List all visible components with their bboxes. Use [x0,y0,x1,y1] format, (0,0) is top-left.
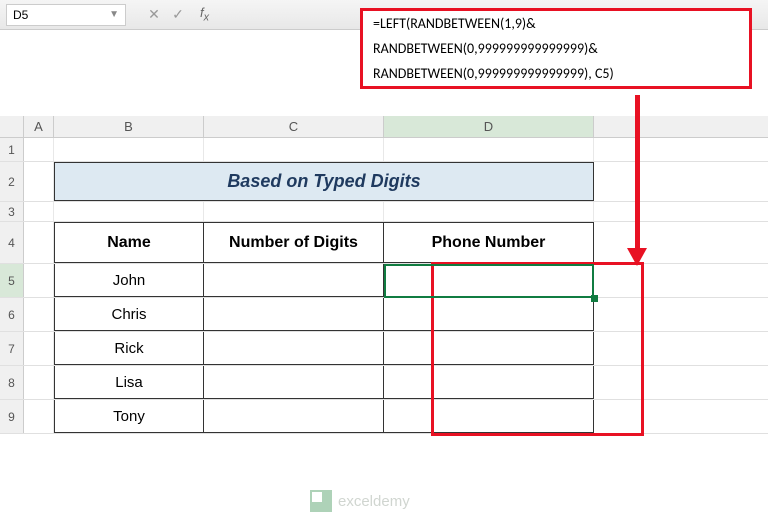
formula-bar-highlight: =LEFT(RANDBETWEEN(1,9)& RANDBETWEEN(0,99… [360,8,752,89]
cell-A3[interactable] [24,202,54,221]
formula-line-3[interactable]: RANDBETWEEN(0,999999999999999), C5) [363,61,749,86]
row-1: 1 [0,138,768,162]
cell-D1[interactable] [384,138,594,161]
watermark-icon [310,490,332,512]
cell-C9[interactable] [204,400,384,433]
cell-B8[interactable]: Lisa [54,366,204,399]
cell-A9[interactable] [24,400,54,433]
header-name-text: Name [107,234,151,252]
cell-B9[interactable]: Tony [54,400,204,433]
cell-C3[interactable] [204,202,384,221]
formula-line-1[interactable]: =LEFT(RANDBETWEEN(1,9)& [363,11,749,36]
cell-D6[interactable] [384,298,594,331]
col-header-A[interactable]: A [24,116,54,137]
name-3: Lisa [115,374,143,391]
row-header-5[interactable]: 5 [0,264,24,297]
name-box-dropdown-icon[interactable]: ▼ [109,9,119,20]
cancel-icon[interactable]: ✕ [142,3,166,27]
name-box[interactable]: D5 ▼ [6,4,126,26]
cell-A8[interactable] [24,366,54,399]
cell-A4[interactable] [24,222,54,263]
title-merged-cell[interactable]: Based on Typed Digits [54,162,594,201]
watermark: exceldemy [310,490,410,512]
row-header-9[interactable]: 9 [0,400,24,433]
header-phone[interactable]: Phone Number [384,222,594,263]
title-text: Based on Typed Digits [227,171,420,192]
cell-D7[interactable] [384,332,594,365]
spreadsheet-grid: A B C D 1 2 Based on Typed Digits 3 4 Na… [0,116,768,524]
column-headers: A B C D [0,116,768,138]
cell-A1[interactable] [24,138,54,161]
formula-line-2[interactable]: RANDBETWEEN(0,999999999999999)& [363,36,749,61]
cell-D8[interactable] [384,366,594,399]
cell-C7[interactable] [204,332,384,365]
cell-B7[interactable]: Rick [54,332,204,365]
col-header-B[interactable]: B [54,116,204,137]
name-1: Chris [111,306,146,323]
name-box-value: D5 [13,8,109,22]
row-header-8[interactable]: 8 [0,366,24,399]
selection-fill-handle[interactable] [591,295,598,302]
cell-D3[interactable] [384,202,594,221]
header-digits[interactable]: Number of Digits [204,222,384,263]
col-header-C[interactable]: C [204,116,384,137]
cell-B3[interactable] [54,202,204,221]
annotation-arrow-vertical [635,95,640,250]
row-5: 5 John [0,264,768,298]
name-0: John [113,272,146,289]
row-header-2[interactable]: 2 [0,162,24,201]
header-name[interactable]: Name [54,222,204,263]
row-header-1[interactable]: 1 [0,138,24,161]
row-header-3[interactable]: 3 [0,202,24,221]
cell-C5[interactable] [204,264,384,297]
name-4: Tony [113,408,145,425]
enter-icon[interactable]: ✓ [166,3,190,27]
cell-B1[interactable] [54,138,204,161]
cell-C6[interactable] [204,298,384,331]
header-phone-text: Phone Number [432,234,546,252]
col-header-D[interactable]: D [384,116,594,137]
row-7: 7 Rick [0,332,768,366]
row-4: 4 Name Number of Digits Phone Number [0,222,768,264]
cell-D5[interactable] [384,264,594,297]
row-8: 8 Lisa [0,366,768,400]
row-9: 9 Tony [0,400,768,434]
row-2: 2 Based on Typed Digits [0,162,768,202]
cell-A6[interactable] [24,298,54,331]
row-6: 6 Chris [0,298,768,332]
annotation-arrow-head [627,248,647,266]
cell-A7[interactable] [24,332,54,365]
select-all-corner[interactable] [0,116,24,137]
cell-D9[interactable] [384,400,594,433]
row-3: 3 [0,202,768,222]
cell-B5[interactable]: John [54,264,204,297]
cell-C8[interactable] [204,366,384,399]
cell-A5[interactable] [24,264,54,297]
row-header-4[interactable]: 4 [0,222,24,263]
cell-B6[interactable]: Chris [54,298,204,331]
cell-A2[interactable] [24,162,54,201]
header-digits-text: Number of Digits [229,234,358,252]
fx-icon[interactable]: fx [200,5,209,24]
watermark-brand: exceldemy [338,493,410,510]
name-2: Rick [114,340,143,357]
row-header-6[interactable]: 6 [0,298,24,331]
cell-C1[interactable] [204,138,384,161]
row-header-7[interactable]: 7 [0,332,24,365]
